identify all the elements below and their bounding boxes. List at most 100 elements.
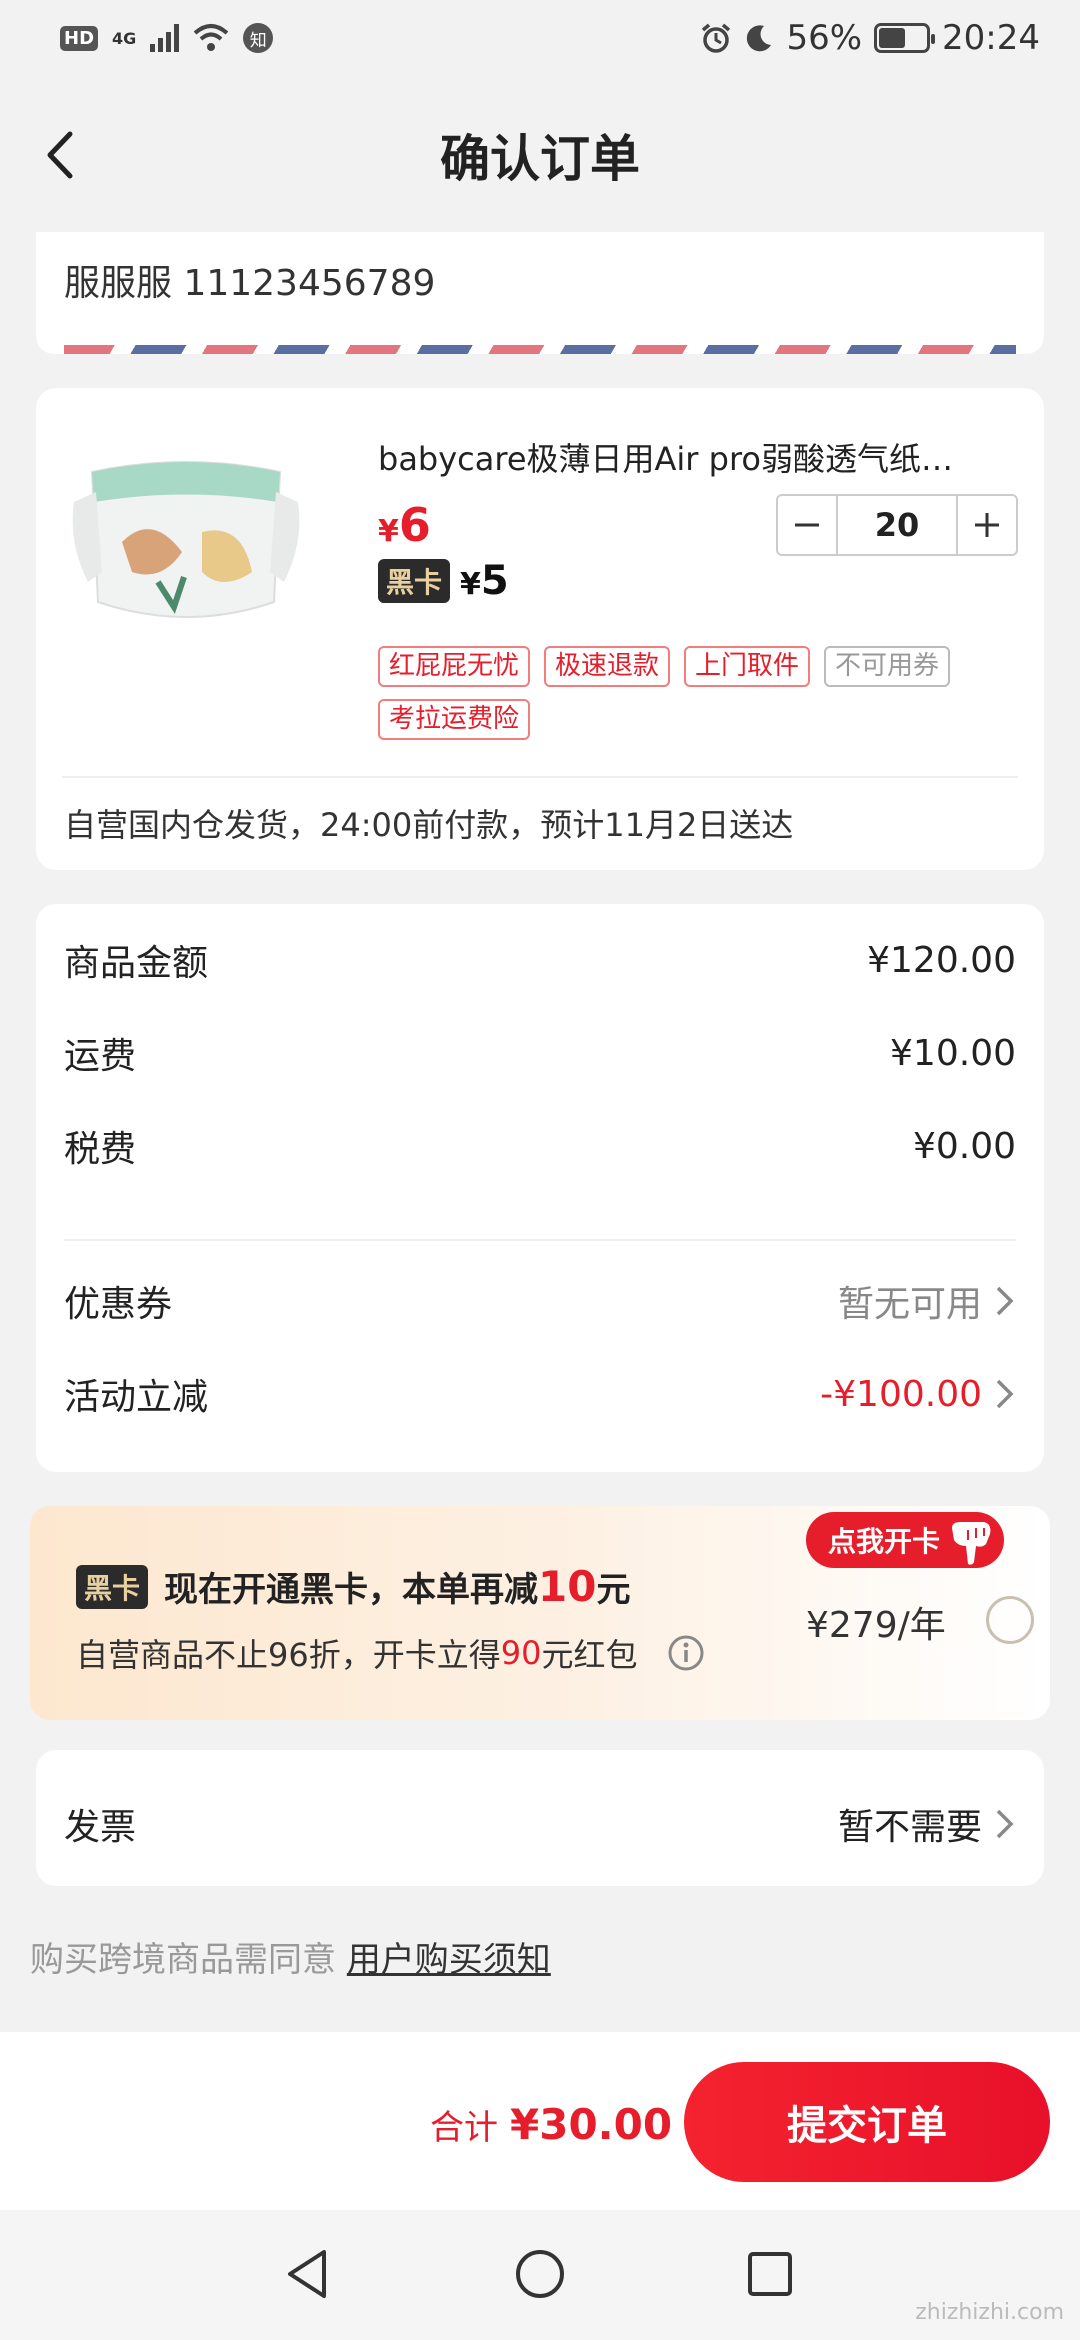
chevron-right-icon [996, 1379, 1014, 1409]
service-tags: 红屁屁无忧 极速退款 上门取件 不可用券 考拉运费险 [378, 646, 1018, 741]
coupon-row[interactable]: 优惠券 暂无可用 [64, 1275, 1016, 1327]
black-card-badge: 黑卡 [378, 559, 451, 603]
tax-label: 税费 [64, 1129, 137, 1170]
network-type: 4G [112, 28, 137, 48]
moon-icon [747, 25, 772, 52]
signal-icon [150, 24, 180, 52]
invoice-card[interactable]: 发票 暂不需要 [36, 1750, 1044, 1886]
price-currency: ¥ [378, 514, 399, 549]
order-total: 合计 ¥30.00 [430, 2100, 672, 2149]
black-card-currency: ¥ [460, 567, 481, 602]
discount-value-text: -¥100.00 [820, 1373, 982, 1415]
black-card-promo[interactable]: 黑卡 现在开通黑卡，本单再减10元 自营商品不止96折，开卡立得 90 元红包 点我… [30, 1506, 1050, 1720]
address-name-phone: 服服服 11123456789 [64, 263, 436, 304]
alarm-icon [702, 23, 731, 53]
invoice-row[interactable]: 发票 暂不需要 [64, 1798, 1016, 1850]
tax-value: ¥0.00 [912, 1125, 1016, 1167]
promo-headline-after: 元 [596, 1570, 631, 1610]
promo-sub-before: 自营商品不止96折，开卡立得 [76, 1636, 501, 1674]
shipping-note: 自营国内仓发货，24:00前付款，预计11月2日送达 [64, 806, 794, 844]
invoice-value: 暂不需要 [838, 1798, 1016, 1850]
product-card: babycare极薄日用Air pro弱酸透气纸… ¥6 黑卡 ¥5 20 红屁… [36, 388, 1044, 870]
goods-amount-label: 商品金额 [64, 943, 209, 984]
checkout-bar: 合计 ¥30.00 提交订单 [0, 2032, 1080, 2210]
purchase-terms-link[interactable]: 用户购买须知 [347, 1940, 551, 1980]
notice-text: 购买跨境商品需同意 [30, 1940, 336, 1980]
chevron-right-icon [996, 1809, 1014, 1839]
open-card-label: 点我开卡 [828, 1525, 941, 1558]
quantity-stepper: 20 [776, 494, 1018, 556]
tag-no-coupon: 不可用券 [824, 646, 951, 688]
increase-button[interactable] [958, 496, 1016, 554]
tag-shipping-insurance: 考拉运费险 [378, 699, 531, 741]
submit-order-button[interactable]: 提交订单 [684, 2062, 1050, 2182]
promo-headline-text: 现在开通黑卡，本单再减10元 [164, 1562, 630, 1611]
tag-fast-refund: 极速退款 [544, 646, 671, 688]
zhihu-notification-icon: 知 [243, 23, 274, 53]
decrease-button[interactable] [778, 496, 836, 554]
tax-row: 税费 ¥0.00 [64, 1120, 1016, 1172]
total-label: 合计 [430, 2108, 498, 2148]
promo-sub-amount: 90 [500, 1634, 542, 1672]
coupon-label: 优惠券 [64, 1284, 173, 1325]
promo-headline: 黑卡 现在开通黑卡，本单再减10元 [76, 1562, 630, 1611]
invoice-value-text: 暂不需要 [837, 1807, 982, 1848]
black-card-price-value: 5 [480, 558, 509, 604]
promo-subtext: 自营商品不止96折，开卡立得 90 元红包 [76, 1630, 705, 1676]
promo-headline-amount: 10 [538, 1562, 597, 1611]
nav-bar: 确认订单 [0, 110, 1080, 200]
discount-row[interactable]: 活动立减 -¥100.00 [64, 1368, 1016, 1420]
black-card-annual-price: ¥279/年 [806, 1605, 946, 1646]
chevron-right-icon [996, 1286, 1014, 1316]
tag-pickup: 上门取件 [684, 646, 811, 688]
black-card-badge: 黑卡 [76, 1564, 149, 1609]
battery-icon [874, 23, 936, 53]
clock: 20:24 [942, 18, 1040, 58]
status-right: 56% 20:24 [700, 18, 1040, 58]
tag-diaper-rash: 红屁屁无忧 [378, 646, 531, 688]
battery-percent: 56% [786, 18, 863, 58]
coupon-value: 暂无可用 [838, 1275, 1016, 1327]
product-title[interactable]: babycare极薄日用Air pro弱酸透气纸… [378, 434, 1018, 480]
system-back-icon[interactable] [276, 2242, 340, 2306]
pointing-hand-icon [952, 1522, 991, 1565]
info-icon[interactable] [667, 1634, 705, 1672]
black-card-radio[interactable] [986, 1596, 1034, 1644]
status-bar: HD 4G 知 56% 20:24 [0, 0, 1080, 76]
invoice-label: 发票 [64, 1807, 137, 1848]
system-recents-icon[interactable] [738, 2242, 802, 2306]
minus-icon [795, 523, 819, 527]
divider [64, 1239, 1016, 1241]
total-amount: ¥30.00 [510, 2100, 673, 2149]
system-home-icon[interactable] [508, 2242, 572, 2306]
product-image[interactable] [62, 432, 310, 668]
black-card-price: ¥5 [460, 558, 509, 604]
coupon-value-text: 暂无可用 [837, 1284, 982, 1325]
goods-amount-value: ¥120.00 [867, 939, 1016, 981]
plus-icon [975, 513, 999, 537]
promo-sub-after: 元红包 [541, 1636, 638, 1674]
hd-icon: HD [60, 25, 99, 51]
goods-amount-row: 商品金额 ¥120.00 [64, 934, 1016, 986]
watermark: zhizhizhi.com [915, 2300, 1064, 2325]
address-card[interactable]: 服服服 11123456789 [36, 232, 1044, 354]
freight-label: 运费 [64, 1036, 137, 1077]
airmail-border [64, 345, 1016, 354]
quantity-input[interactable]: 20 [836, 496, 958, 554]
price-value: 6 [398, 498, 431, 552]
price-summary-card: 商品金额 ¥120.00 运费 ¥10.00 税费 ¥0.00 优惠券 暂无可用… [36, 904, 1044, 1472]
wifi-icon [193, 24, 229, 51]
discount-value: -¥100.00 [820, 1374, 1016, 1415]
promo-headline-before: 现在开通黑卡，本单再减 [164, 1570, 539, 1610]
discount-label: 活动立减 [64, 1377, 209, 1418]
divider [62, 776, 1018, 778]
open-card-tag[interactable]: 点我开卡 [806, 1512, 1005, 1568]
cross-border-notice: 购买跨境商品需同意 用户购买须知 [30, 1932, 551, 1981]
status-left: HD 4G 知 [60, 23, 274, 53]
page-title: 确认订单 [440, 130, 640, 188]
black-card-price-row: 黑卡 ¥5 [378, 558, 509, 604]
back-arrow-icon[interactable] [36, 130, 86, 180]
freight-value: ¥10.00 [890, 1032, 1016, 1074]
freight-row: 运费 ¥10.00 [64, 1027, 1016, 1079]
product-price: ¥6 [378, 498, 431, 552]
